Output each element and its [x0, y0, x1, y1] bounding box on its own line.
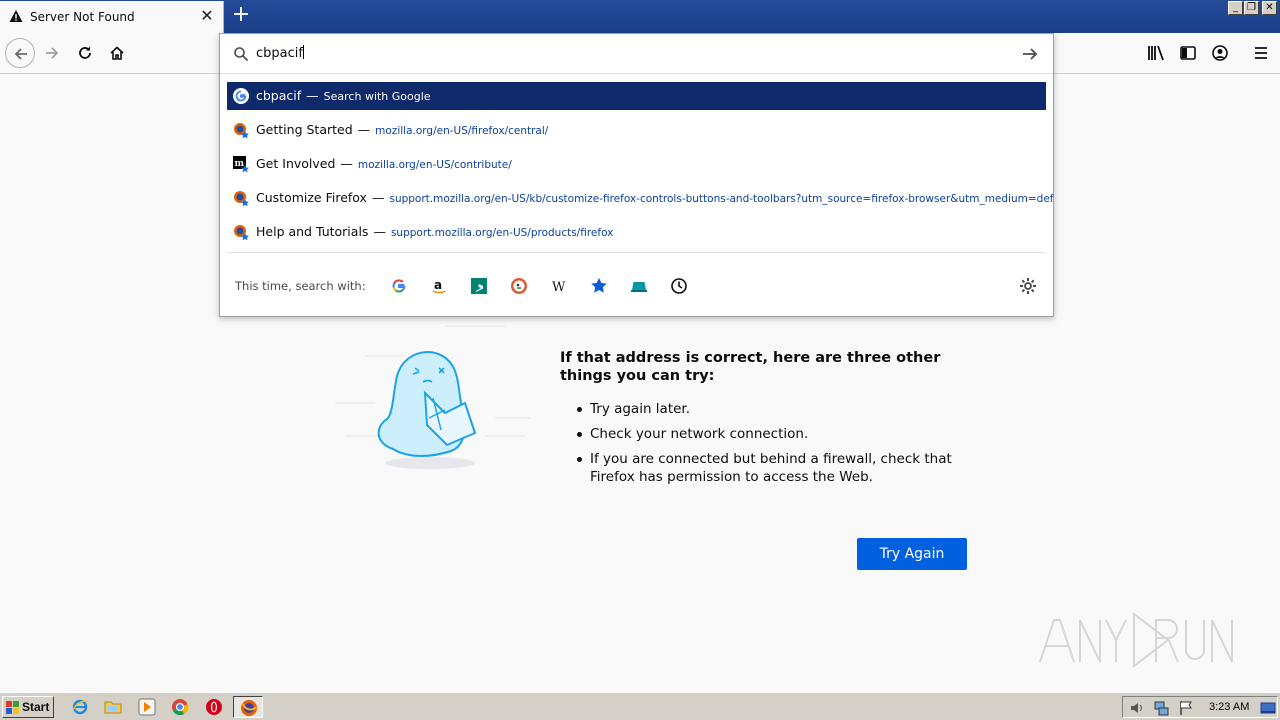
firefox-bookmark-icon [234, 191, 249, 206]
list-item: If you are connected but behind a firewa… [576, 450, 966, 486]
account-icon [1212, 45, 1228, 61]
suggestion-separator: — [373, 224, 386, 239]
suggestion-separator: — [371, 190, 385, 205]
urlbar[interactable]: cbpacif [220, 34, 1053, 74]
clock: 3:23 AM [1209, 701, 1250, 713]
suggestion-separator: — [357, 122, 371, 137]
show-desktop-icon[interactable] [1260, 700, 1276, 716]
go-arrow-icon[interactable] [1021, 45, 1039, 63]
suggestion-get-involved[interactable]: m Get Involved — mozilla.org/en-US/contrib… [227, 150, 1046, 178]
suggestion-url: support.mozilla.org/en-US/kb/customize-f… [389, 193, 1054, 205]
network-icon[interactable] [1153, 700, 1169, 716]
urlbar-input[interactable]: cbpacif [256, 45, 304, 61]
error-heading: If that address is correct, here are thr… [560, 350, 941, 384]
urlbar-dropdown: cbpacif cbpacif — Search with Google Getti… [219, 33, 1054, 317]
action-center-flag-icon[interactable] [1178, 700, 1194, 716]
home-button[interactable] [102, 38, 132, 68]
search-icon [234, 47, 249, 62]
firefox-bookmark-icon [234, 123, 249, 138]
system-tray: 3:23 AM [1122, 696, 1278, 718]
hamburger-menu-icon [1255, 47, 1267, 59]
list-item: Try again later. [576, 400, 966, 418]
account-button[interactable] [1210, 43, 1230, 63]
svg-text:m: m [235, 159, 245, 169]
mozilla-bookmark-icon: m [233, 156, 249, 172]
firefox-bookmark-icon [234, 225, 249, 240]
reload-button[interactable] [70, 38, 100, 68]
forward-button[interactable] [37, 38, 67, 68]
suggestion-title: Get Involved [256, 156, 336, 171]
anyrun-logo [1039, 611, 1233, 669]
sidebar-button[interactable] [1178, 43, 1198, 63]
bing-icon[interactable] [469, 276, 489, 296]
suggestion-title: Getting Started [256, 122, 353, 137]
library-button[interactable] [1146, 43, 1166, 63]
warning-icon [9, 10, 23, 22]
error-illustration [335, 325, 530, 469]
tab-strip: Server Not Found ✕ + _ ❐ ✕ [0, 0, 1280, 33]
history-icon[interactable] [669, 276, 689, 296]
one-off-label: This time, search with: [235, 279, 366, 293]
google-icon [233, 88, 249, 104]
opera-icon[interactable] [205, 698, 223, 716]
duckduckgo-icon[interactable] [509, 276, 529, 296]
one-off-search-bar: This time, search with: a W [220, 266, 1053, 306]
search-settings-button[interactable] [1018, 276, 1038, 296]
divider [227, 252, 1046, 253]
bookmarks-icon[interactable] [589, 276, 609, 296]
start-button[interactable]: Start [2, 696, 54, 718]
suggestion-url: support.mozilla.org/en-US/products/firef… [390, 227, 614, 239]
suggestion-search-google[interactable]: cbpacif — Search with Google [227, 82, 1046, 110]
suggestion-separator: — [306, 88, 319, 103]
windows-flag-icon [6, 701, 19, 714]
suggestion-separator: — [340, 156, 353, 171]
suggestion-getting-started[interactable]: Getting Started — mozilla.org/en-US/firefo… [227, 116, 1046, 144]
library-icon [1148, 45, 1164, 61]
media-player-icon[interactable] [138, 698, 156, 716]
minimize-button[interactable]: _ [1228, 1, 1243, 15]
internet-explorer-icon[interactable] [71, 698, 89, 716]
menu-button[interactable] [1251, 43, 1271, 63]
restore-button[interactable]: ❐ [1244, 1, 1259, 15]
close-tab-icon[interactable]: ✕ [199, 7, 215, 25]
close-window-button[interactable]: ✕ [1262, 1, 1277, 15]
home-icon [110, 46, 124, 60]
firefox-icon [241, 700, 257, 716]
suggestion-title: Help and Tutorials [256, 224, 369, 239]
new-tab-button[interactable]: + [228, 3, 254, 29]
sidebar-icon [1180, 46, 1196, 60]
suggestion-help-and-tutorials[interactable]: Help and Tutorials — support.mozilla.org/e… [227, 218, 1046, 246]
suggestion-list: Try again later. Check your network conn… [576, 400, 966, 493]
list-item: Check your network connection. [576, 425, 966, 443]
forward-arrow-icon [46, 47, 59, 59]
gear-icon [1020, 278, 1036, 294]
try-again-button[interactable]: Try Again [857, 538, 967, 570]
suggestion-url: mozilla.org/en-US/firefox/central/ [375, 125, 549, 137]
svg-text:a: a [434, 278, 442, 292]
suggestion-title: Customize Firefox [256, 190, 367, 205]
reload-icon [79, 46, 91, 59]
start-label: Start [22, 700, 50, 714]
folder-icon[interactable] [104, 698, 122, 716]
back-button[interactable] [5, 38, 35, 68]
taskbar-firefox-button[interactable] [233, 696, 263, 718]
back-arrow-icon [14, 48, 27, 60]
amazon-icon[interactable]: a [429, 276, 449, 296]
tab-server-not-found[interactable]: Server Not Found ✕ [0, 1, 224, 33]
volume-icon[interactable] [1129, 700, 1145, 716]
chrome-icon[interactable] [171, 698, 189, 716]
suggestion-url: mozilla.org/en-US/contribute/ [357, 159, 512, 171]
suggestion-action: Search with Google [323, 90, 431, 103]
tabs-icon[interactable] [629, 276, 649, 296]
svg-text:W: W [552, 280, 566, 295]
suggestion-customize-firefox[interactable]: Customize Firefox — support.mozilla.org/en… [227, 184, 1054, 212]
google-icon[interactable] [389, 276, 409, 296]
windows-taskbar: Start 3:23 AM [0, 692, 1280, 720]
tab-title: Server Not Found [30, 10, 135, 24]
suggestion-title: cbpacif [256, 88, 302, 103]
urlbar-input-text: cbpacif [256, 46, 303, 61]
wikipedia-icon[interactable]: W [549, 276, 569, 296]
